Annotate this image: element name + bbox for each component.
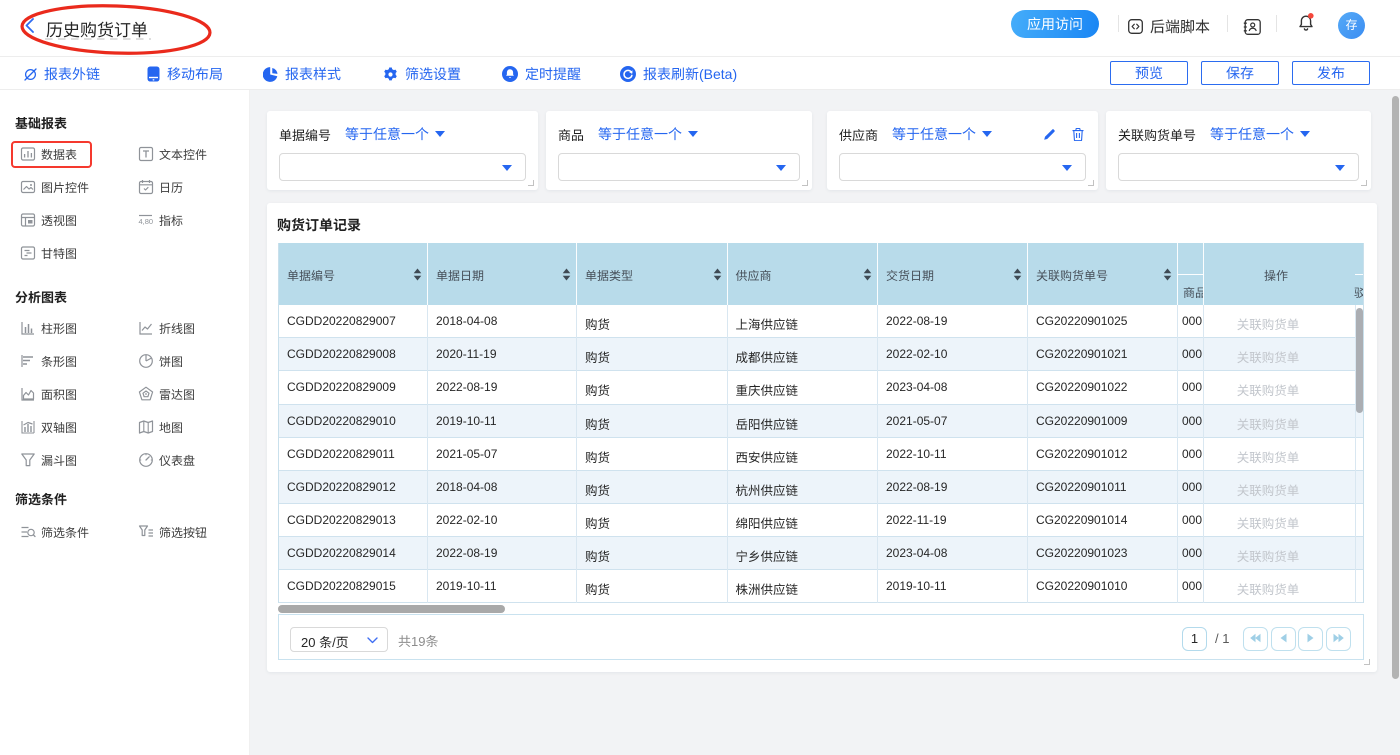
svg-text:4,80: 4,80 <box>139 217 154 226</box>
